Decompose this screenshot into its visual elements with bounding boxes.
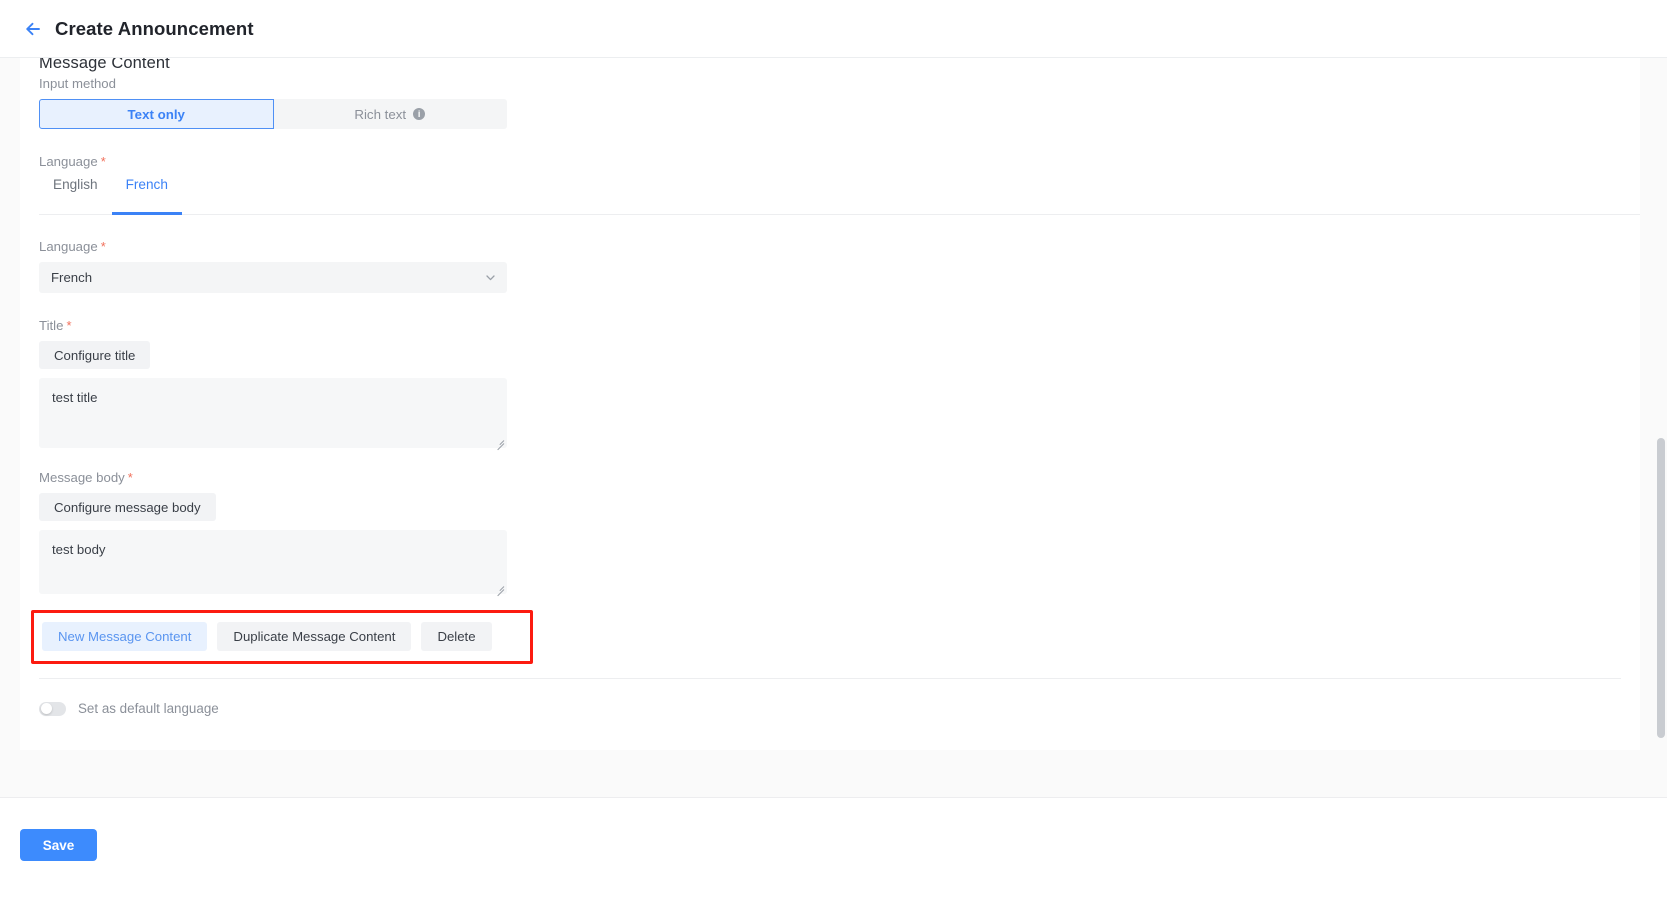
language-select-value: French [51, 270, 93, 285]
segment-text-only-label: Text only [127, 106, 185, 122]
required-asterisk: * [127, 470, 133, 485]
app-header: Create Announcement [0, 0, 1667, 58]
vertical-scrollbar-thumb[interactable] [1657, 438, 1665, 738]
segment-text-only[interactable]: Text only [39, 99, 274, 129]
footer-bar: Save [0, 797, 1667, 911]
tab-french[interactable]: French [111, 177, 182, 215]
required-asterisk: * [100, 239, 106, 254]
language-tabs-label-text: Language [39, 154, 98, 169]
message-body-label-text: Message body [39, 470, 125, 485]
section-heading: Message Content [39, 58, 170, 72]
save-button[interactable]: Save [20, 829, 97, 861]
required-asterisk: * [66, 318, 72, 333]
language-select-label-text: Language [39, 239, 98, 254]
message-content-card: Message Content Input method Text only R… [20, 58, 1640, 750]
message-body-label: Message body * [20, 470, 1640, 485]
chevron-down-icon[interactable] [484, 271, 497, 284]
title-textarea-wrapper [39, 378, 507, 451]
create-announcement-page: Create Announcement Message Content Inpu… [0, 0, 1667, 911]
new-message-content-button[interactable]: New Message Content [42, 622, 208, 651]
section-divider [39, 678, 1621, 679]
duplicate-message-content-button[interactable]: Duplicate Message Content [217, 622, 412, 651]
title-label: Title * [20, 318, 1640, 333]
message-body-textarea[interactable] [39, 530, 507, 594]
vertical-scrollbar-track[interactable] [1655, 58, 1667, 797]
scroll-area[interactable]: Message Content Input method Text only R… [0, 58, 1655, 797]
segment-rich-text[interactable]: Rich text i [273, 99, 507, 129]
title-textarea[interactable] [39, 378, 507, 448]
language-select[interactable]: French [39, 262, 507, 293]
input-method-label: Input method [39, 76, 116, 91]
message-content-actions: New Message Content Duplicate Message Co… [42, 622, 522, 651]
set-default-language-toggle[interactable] [39, 701, 66, 716]
message-content-actions-highlight: New Message Content Duplicate Message Co… [31, 610, 533, 664]
language-select-label: Language * [20, 239, 1640, 254]
segment-rich-text-label: Rich text [354, 106, 407, 122]
message-body-textarea-wrapper [39, 530, 507, 597]
title-label-text: Title [39, 318, 64, 333]
configure-title-button[interactable]: Configure title [39, 341, 151, 369]
delete-button[interactable]: Delete [421, 622, 492, 651]
set-default-language-label: Set as default language [78, 701, 219, 716]
tab-english[interactable]: English [39, 177, 112, 215]
info-icon[interactable]: i [413, 108, 426, 120]
input-method-segmented-control[interactable]: Text only Rich text i [39, 99, 507, 129]
set-default-language-row: Set as default language [39, 701, 1640, 716]
required-asterisk: * [100, 154, 106, 169]
language-tabs: English French [39, 177, 1640, 215]
toggle-knob [41, 703, 52, 714]
configure-message-body-button[interactable]: Configure message body [39, 493, 216, 521]
language-tabs-label: Language * [20, 154, 1640, 169]
arrow-left-icon[interactable] [20, 16, 46, 42]
page-title: Create Announcement [55, 17, 254, 39]
